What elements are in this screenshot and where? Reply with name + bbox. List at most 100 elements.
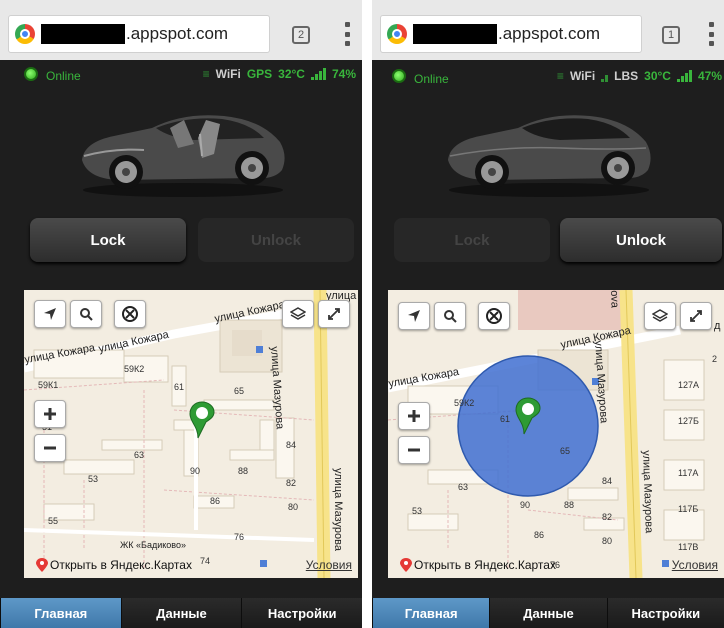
zoom-in-button[interactable] — [398, 402, 430, 430]
tab-home[interactable]: Главная — [372, 598, 490, 628]
map-attribution: Открыть в Яндекс.Картах Условия — [388, 552, 724, 578]
battery-label: 74% — [331, 67, 356, 81]
yandex-map[interactable]: улица Кожара улица Кожара улица Мазурова… — [388, 290, 724, 578]
overflow-menu-icon[interactable] — [708, 22, 714, 46]
terms-link[interactable]: Условия — [306, 558, 352, 572]
status-bar: Online ≡ WiFi GPS 32°C 74% — [0, 60, 362, 88]
house-number: 59К2 — [124, 364, 145, 374]
yandex-locate-icon — [408, 310, 420, 322]
online-indicator-icon — [24, 67, 38, 81]
location-pin-icon — [515, 397, 541, 435]
house-number: 90 — [520, 500, 531, 510]
temperature-label: 30°C — [644, 69, 671, 83]
street-label: улица Мазурова — [332, 468, 344, 551]
unlock-button[interactable]: Unlock — [198, 218, 354, 262]
browser-toolbar: .appspot.com 1 — [372, 0, 724, 60]
locate-me-button[interactable] — [398, 302, 430, 330]
redacted-host — [413, 24, 497, 44]
yandex-pin-icon — [400, 558, 412, 572]
overflow-menu-icon[interactable] — [344, 22, 350, 46]
online-label: Online — [414, 72, 449, 86]
map-cancel-button[interactable] — [114, 300, 146, 328]
map-search-button[interactable] — [70, 300, 102, 328]
zoom-out-button[interactable] — [34, 434, 66, 462]
yandex-pin-icon — [36, 558, 48, 572]
fullscreen-icon — [690, 310, 702, 322]
house-number: 86 — [210, 496, 221, 506]
map-layers-button[interactable] — [644, 302, 676, 330]
battery-label: 47% — [697, 69, 722, 83]
browser-site-icon — [15, 24, 35, 44]
house-number: 59К1 — [38, 380, 59, 390]
phone-screen-1: .appspot.com 2 Online ≡ WiFi GPS 32°C 74… — [0, 0, 362, 628]
house-number: 65 — [560, 446, 571, 456]
house-number: 63 — [134, 450, 145, 460]
cancel-route-icon — [122, 306, 138, 322]
bottom-nav: Главная Данные Настройки — [0, 598, 362, 628]
yandex-map[interactable]: улица Кожара улица Кожара улица Кожара у… — [24, 290, 358, 578]
map-search-button[interactable] — [434, 302, 466, 330]
zoom-in-icon — [408, 410, 420, 422]
house-number: 53 — [412, 506, 423, 516]
redacted-host — [41, 24, 125, 44]
browser-toolbar: .appspot.com 2 — [0, 0, 362, 60]
open-in-yandex-link[interactable]: Открыть в Яндекс.Картах — [414, 558, 556, 572]
zoom-in-icon — [44, 408, 56, 420]
house-number: 84 — [286, 440, 297, 450]
house-number: 53 — [88, 474, 99, 484]
menu-icon[interactable]: ≡ — [203, 67, 210, 81]
tab-home[interactable]: Главная — [0, 598, 121, 628]
locate-me-button[interactable] — [34, 300, 66, 328]
zoom-out-button[interactable] — [398, 436, 430, 464]
tab-settings[interactable]: Настройки — [606, 598, 724, 628]
map-layers-button[interactable] — [282, 300, 314, 328]
house-number: 86 — [534, 530, 545, 540]
address-bar[interactable]: .appspot.com — [380, 15, 642, 53]
menu-icon[interactable]: ≡ — [557, 69, 564, 83]
location-pin-icon — [189, 401, 215, 439]
phone-screen-2: .appspot.com 1 Online ≡ WiFi LBS 30°C 47… — [372, 0, 724, 628]
map-tiles — [388, 290, 724, 578]
map-fullscreen-button[interactable] — [680, 302, 712, 330]
wifi-label: WiFi — [215, 67, 241, 81]
cancel-route-icon — [486, 308, 502, 324]
house-number: 65 — [234, 386, 245, 396]
house-number: 90 — [190, 466, 201, 476]
tab-switcher-icon[interactable]: 1 — [662, 26, 680, 44]
signal-bars-icon — [676, 70, 692, 82]
poi-label: ЖК «Бадиково» — [120, 540, 186, 550]
street-label: д — [714, 320, 721, 332]
house-number: 63 — [458, 482, 469, 492]
unlock-button[interactable]: Unlock — [560, 218, 722, 262]
house-number: 84 — [602, 476, 613, 486]
map-fullscreen-button[interactable] — [318, 300, 350, 328]
status-bar: Online ≡ WiFi LBS 30°C 47% — [372, 60, 724, 88]
zoom-out-icon — [44, 446, 56, 450]
search-icon — [80, 308, 93, 321]
online-indicator-icon — [392, 69, 406, 83]
address-bar[interactable]: .appspot.com — [8, 15, 270, 53]
browser-site-icon — [387, 24, 407, 44]
lock-button[interactable]: Lock — [394, 218, 550, 262]
lock-button[interactable]: Lock — [30, 218, 186, 262]
url-domain: .appspot.com — [126, 24, 229, 43]
tab-switcher-icon[interactable]: 2 — [292, 26, 310, 44]
tab-settings[interactable]: Настройки — [241, 598, 362, 628]
street-label: ova — [608, 290, 621, 309]
temperature-label: 32°C — [278, 67, 305, 81]
house-number: 117А — [678, 468, 699, 478]
tab-data[interactable]: Данные — [120, 598, 242, 628]
signal-bars-icon — [310, 68, 326, 80]
house-number: 59К2 — [454, 398, 475, 408]
yandex-locate-icon — [44, 308, 56, 320]
zoom-in-button[interactable] — [34, 400, 66, 428]
house-number: 55 — [48, 516, 59, 526]
terms-link[interactable]: Условия — [672, 558, 718, 572]
bottom-nav: Главная Данные Настройки — [372, 598, 724, 628]
map-cancel-button[interactable] — [478, 302, 510, 330]
fullscreen-icon — [328, 308, 340, 320]
open-in-yandex-link[interactable]: Открыть в Яндекс.Картах — [50, 558, 192, 572]
tab-data[interactable]: Данные — [489, 598, 607, 628]
layers-icon — [652, 309, 668, 322]
layers-icon — [290, 307, 306, 320]
